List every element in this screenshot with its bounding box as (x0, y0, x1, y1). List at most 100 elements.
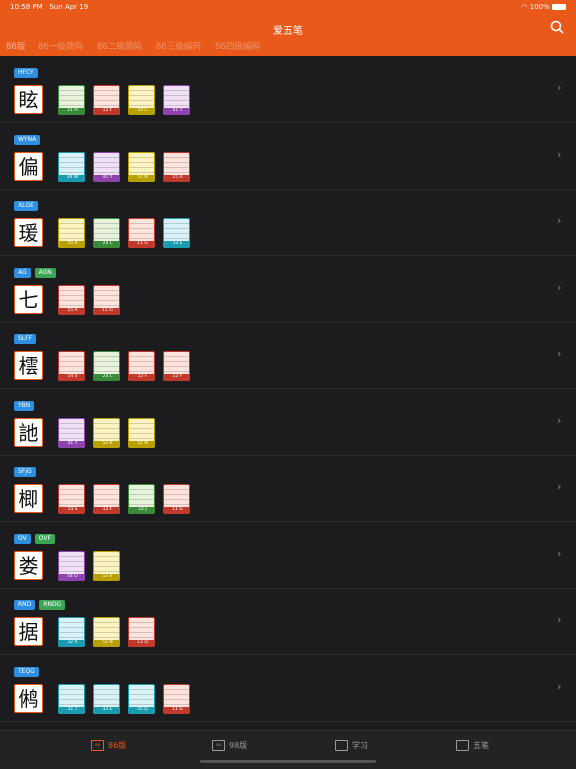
nav-wubi[interactable]: 五笔 (456, 739, 489, 753)
key-code-label: 51 N (129, 440, 154, 447)
code-badge: OV (14, 533, 31, 544)
86-version-icon: 86 (91, 740, 104, 751)
chevron-right-icon[interactable]: › (557, 481, 567, 493)
chevron-right-icon[interactable]: › (557, 614, 567, 626)
tab-86-level1[interactable]: 86一级简码 (38, 40, 83, 52)
root-key: 24 L (93, 218, 120, 248)
app-title: 爱五笔 (273, 26, 303, 37)
nav-learn-label: 学习 (352, 741, 368, 750)
chevron-right-icon[interactable]: › (557, 82, 567, 94)
tab-86-level2[interactable]: 86二级简码 (97, 40, 142, 52)
key-code-label: 33 E (94, 706, 119, 713)
code-badge: RNDG (39, 600, 66, 610)
key-roots-pattern (94, 485, 119, 509)
chevron-right-icon[interactable]: › (557, 281, 567, 294)
nav-learn[interactable]: 学习 (335, 739, 368, 753)
key-code-label: 11 G (129, 241, 154, 247)
key-roots-pattern (94, 86, 119, 110)
code-badge: AG (14, 267, 31, 278)
battery-percent: 100% (529, 3, 550, 11)
key-roots-pattern (94, 285, 119, 310)
nav-98-label: 98版 (229, 741, 248, 750)
root-key: 21 H (58, 85, 85, 115)
key-code-label: 24 L (94, 374, 119, 380)
key-roots-pattern (164, 684, 189, 709)
book-icon (335, 740, 348, 751)
key-code-label: 11 G (164, 507, 189, 513)
root-key: 51 N (93, 617, 120, 647)
chevron-right-icon[interactable]: › (557, 414, 567, 427)
status-time-date: 10:58 PM Sun Apr 19 (10, 3, 88, 11)
key-code-label: 53 V (94, 573, 119, 580)
root-key: 31 T (58, 683, 85, 714)
code-badge: OVF (34, 533, 55, 544)
key-code-label: 12 F (164, 374, 189, 380)
list-item[interactable]: XLGE 瑗 55 X 24 L 11 G 33 E › (0, 189, 576, 256)
root-key: 15 A (163, 151, 190, 182)
list-item[interactable]: AG AGN 七 15 A 11 G › (0, 256, 576, 323)
root-key: 12 F (93, 85, 120, 115)
character-glyph: 眩 (14, 85, 43, 114)
code-badges: OV OVF (14, 533, 59, 545)
character-glyph: 娄 (14, 550, 43, 580)
key-roots-pattern (129, 86, 154, 110)
tab-86-level3[interactable]: 86三级编码 (156, 40, 201, 52)
tab-86[interactable]: 86版 (6, 40, 25, 52)
key-code-label: 11 G (94, 307, 119, 314)
key-roots-pattern (164, 152, 189, 177)
key-roots-pattern (129, 352, 154, 376)
chevron-right-icon[interactable]: › (557, 348, 567, 360)
key-code-label: 51 N (94, 640, 119, 646)
key-roots-pattern (164, 219, 189, 243)
list-item[interactable]: SFJG 楖 14 S 12 F 22 J 11 G › (0, 455, 576, 522)
character-glyph: 訑 (14, 417, 43, 447)
key-code-label: 13 D (129, 640, 154, 646)
status-bar: 10:58 PM Sun Apr 19 ◠ 100% (10, 3, 566, 13)
key-code-label: 41 Y (94, 174, 119, 181)
character-glyph: 七 (14, 284, 43, 314)
code-badges: SFJG (14, 467, 40, 478)
list-item[interactable]: HFCY 眩 21 H 12 F 54 C 41 Y › (0, 56, 576, 123)
key-roots-pattern (59, 86, 84, 110)
nav-98[interactable]: 98 98版 (212, 739, 247, 753)
98-version-icon: 98 (212, 740, 225, 751)
key-code-label: 12 F (94, 108, 119, 114)
root-key: 35 Q (128, 683, 155, 714)
code-badges: RND RNDG (14, 600, 69, 611)
key-roots-pattern (129, 219, 154, 243)
nav-86[interactable]: 86 86版 (91, 739, 126, 753)
key-roots-pattern (164, 352, 189, 376)
status-time: 10:58 PM (10, 3, 43, 11)
chevron-right-icon[interactable]: › (557, 148, 567, 161)
list-item[interactable]: RND RNDG 据 32 R 51 N 13 D › (0, 588, 576, 655)
root-key: 32 R (58, 617, 85, 647)
wifi-icon: ◠ (521, 3, 528, 11)
list-item[interactable]: WYNA 偏 34 W 41 Y 51 N 15 A › (0, 123, 576, 190)
chevron-right-icon[interactable]: › (557, 547, 567, 560)
list-item[interactable]: SLFF 橒 14 S 24 L 12 F 12 F › (0, 322, 576, 389)
list-item[interactable]: YBN 訑 41 Y 52 B 51 N › (0, 389, 576, 456)
status-date: Sun Apr 19 (49, 3, 89, 11)
character-glyph: 据 (14, 617, 43, 646)
chevron-right-icon[interactable]: › (557, 680, 567, 693)
root-key: 33 E (93, 683, 120, 714)
search-icon[interactable] (550, 20, 564, 34)
root-key: 52 B (93, 417, 120, 448)
key-code-label: 51 N (129, 174, 154, 181)
list-item[interactable]: OV OVF 娄 44 O 53 V › (0, 522, 576, 589)
list-item[interactable]: TEQG 鸺 31 T 33 E 35 Q 11 G › (0, 655, 576, 722)
bottom-tab-bar: 86 86版 98 98版 学习 五笔 (0, 730, 576, 769)
key-code-label: 15 A (59, 307, 84, 314)
code-badge: XLGE (14, 201, 38, 211)
tab-86-level4[interactable]: 86四级编码 (215, 40, 260, 52)
key-roots-pattern (59, 551, 84, 576)
code-badge: RND (14, 600, 36, 610)
chevron-right-icon[interactable]: › (557, 215, 567, 227)
key-code-label: 34 W (59, 174, 84, 181)
root-key: 53 V (93, 550, 120, 581)
key-roots-pattern (94, 352, 119, 376)
key-roots-pattern (59, 418, 84, 443)
root-key: 11 G (163, 484, 190, 514)
root-key: 12 F (93, 484, 120, 514)
code-badges: YBN (14, 400, 38, 412)
